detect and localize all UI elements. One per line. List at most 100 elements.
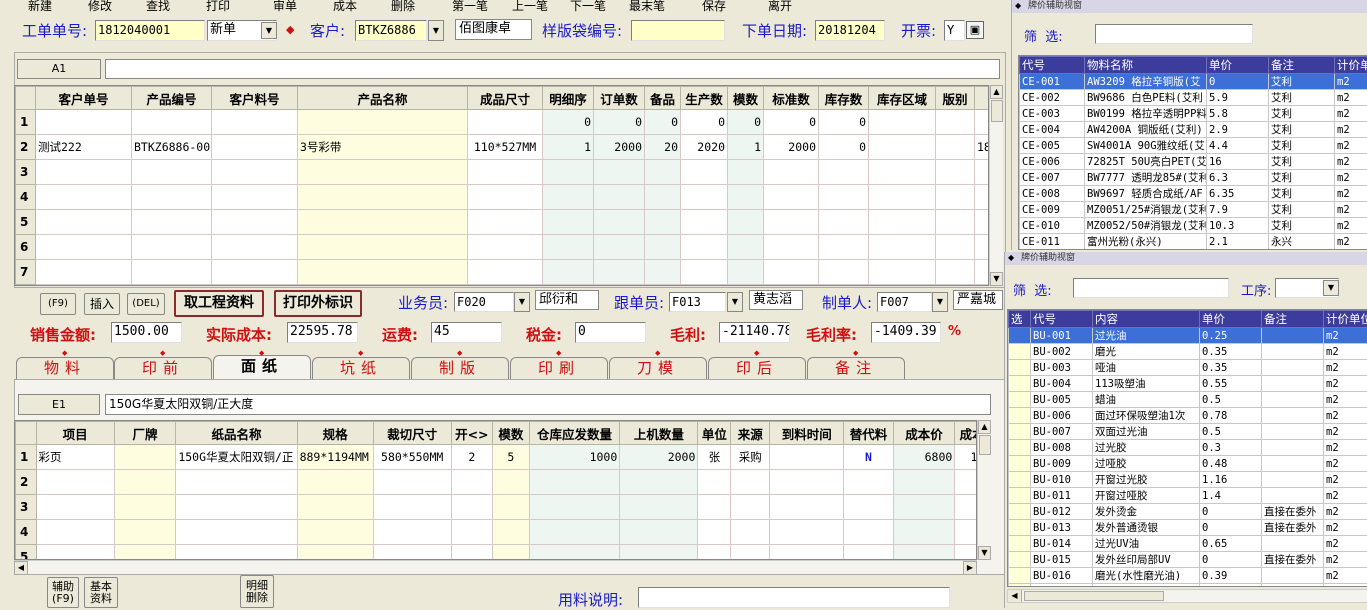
col-header[interactable]: 开<> [451,422,492,445]
list-cell[interactable]: 1.16 [1200,472,1262,488]
tab-5[interactable]: 印刷 [510,357,608,379]
col-header[interactable]: 厂牌 [114,422,176,445]
grid-cell[interactable]: 测试222 [36,135,132,160]
col-header[interactable]: 产品名称 [298,87,468,110]
toolbar-prev-button[interactable]: 上一笔 [507,0,553,14]
select-checkbox[interactable] [1009,472,1031,488]
list-cell[interactable]: 艾利 [1269,170,1335,186]
grid-cell[interactable] [132,160,212,185]
grid-cell[interactable] [298,110,468,135]
list-cell[interactable]: 0.5 [1200,392,1262,408]
grid-cell[interactable] [681,235,728,260]
f9-button[interactable]: (F9) [40,293,76,315]
list-cell[interactable]: 艾利 [1269,138,1335,154]
list-cell[interactable]: BU-016 [1031,568,1093,584]
list-cell[interactable]: 0 [1200,552,1262,568]
actual-cost-field[interactable]: 22595.78 [287,322,358,343]
row-number[interactable]: 1 [16,445,37,470]
list-cell[interactable]: m2 [1335,138,1367,154]
grid-cell[interactable] [645,235,681,260]
col-header[interactable]: 仓库应发数量 [529,422,619,445]
list-cell[interactable]: 过光胶 [1093,440,1200,456]
list-cell[interactable]: 艾利 [1269,186,1335,202]
list-cell[interactable]: 双面过光油 [1093,424,1200,440]
list-cell[interactable]: m2 [1324,488,1367,504]
grid-cell[interactable] [176,545,297,561]
grid-cell[interactable] [731,520,770,545]
grid-cell[interactable] [36,470,114,495]
toolbar-save-button[interactable]: 保存 [694,0,734,14]
scroll-down-icon[interactable]: ▼ [990,272,1003,286]
list-item[interactable]: BU-007双面过光油0.5m2 [1009,424,1367,440]
list-item[interactable]: CE-008BW9697 轻质合成纸/AF6.35艾利m2 [1020,186,1367,202]
grid-cell[interactable] [955,520,977,545]
list-cell[interactable] [1262,424,1324,440]
list-item[interactable]: CE-002BW9686 白色PE料(艾利5.9艾利m2 [1020,90,1367,106]
toolbar-new-button[interactable]: 新建 [20,0,60,14]
grid-cell[interactable] [451,470,492,495]
grid-cell[interactable] [770,495,844,520]
list-cell[interactable]: BU-011 [1031,488,1093,504]
grid-cell[interactable] [373,495,451,520]
grid-cell[interactable] [373,545,451,561]
grid-cell[interactable] [770,445,844,470]
list-cell[interactable]: m2 [1335,74,1367,90]
aux-f9-button[interactable]: 辅助 (F9) [47,577,79,608]
grid-cell[interactable] [594,260,645,285]
col-header[interactable]: 客户单号 [36,87,132,110]
grid-cell[interactable] [869,110,936,135]
tab-7[interactable]: 印后 [708,357,806,379]
select-checkbox[interactable] [1009,536,1031,552]
scroll-right-icon[interactable]: ▶ [963,561,977,575]
list-cell[interactable]: m2 [1335,106,1367,122]
list-cell[interactable]: 0.5 [1200,424,1262,440]
select-checkbox[interactable] [1009,424,1031,440]
grid-cell[interactable] [645,160,681,185]
grid-cell[interactable] [869,185,936,210]
detail-delete-button[interactable]: 明细 删除 [240,575,274,608]
toolbar-print-button[interactable]: 打印 [198,0,238,14]
grid-cell[interactable] [975,110,990,135]
list-cell[interactable]: 哑油 [1093,360,1200,376]
grid-cell[interactable] [594,210,645,235]
list-cell[interactable] [1262,328,1324,344]
tab-4[interactable]: 制版 [411,357,509,379]
list-cell[interactable]: m2 [1335,122,1367,138]
scroll-down-icon[interactable]: ▼ [978,546,991,560]
list-cell[interactable]: CE-011 [1020,234,1085,250]
col-header[interactable]: 代号 [1020,57,1085,74]
list-cell[interactable]: 0.35 [1200,584,1262,588]
grid-cell[interactable] [698,495,731,520]
grid-cell[interactable] [451,495,492,520]
delete-row-button[interactable]: (DEL) [127,293,165,315]
grid-cell[interactable] [132,110,212,135]
list-cell[interactable] [1262,472,1324,488]
grid-cell[interactable] [955,470,977,495]
paper-grid-hscrollbar[interactable]: ◀ ▶ [14,560,977,574]
tax-field[interactable]: 0 [575,322,646,343]
grid-cell[interactable] [728,210,764,235]
col-header[interactable]: 订单数 [594,87,645,110]
grid-cell[interactable] [114,470,176,495]
select-checkbox[interactable] [1009,328,1031,344]
list-item[interactable]: BU-016磨光(水性磨光油)0.39m2 [1009,568,1367,584]
row-number[interactable]: 2 [16,470,37,495]
list-cell[interactable]: m2 [1324,344,1367,360]
grid-cell[interactable] [114,520,176,545]
list-cell[interactable]: 16 [1207,154,1269,170]
list-cell[interactable]: 发外丝印局部UV [1093,552,1200,568]
grid-cell[interactable] [529,470,619,495]
follow-dropdown-icon[interactable]: ▼ [727,292,743,312]
list-cell[interactable] [1262,568,1324,584]
col-header[interactable]: 模数 [728,87,764,110]
grid-cell[interactable] [36,495,114,520]
grid-cell[interactable] [819,260,869,285]
grid-cell[interactable] [936,210,975,235]
grid-cell[interactable] [212,260,298,285]
grid-cell[interactable] [936,185,975,210]
scroll-thumb[interactable] [979,435,991,455]
list-cell[interactable]: 磨光 [1093,344,1200,360]
list-cell[interactable]: BU-010 [1031,472,1093,488]
list-cell[interactable]: 艾利 [1269,106,1335,122]
col-header[interactable]: 备注 [1262,311,1324,328]
